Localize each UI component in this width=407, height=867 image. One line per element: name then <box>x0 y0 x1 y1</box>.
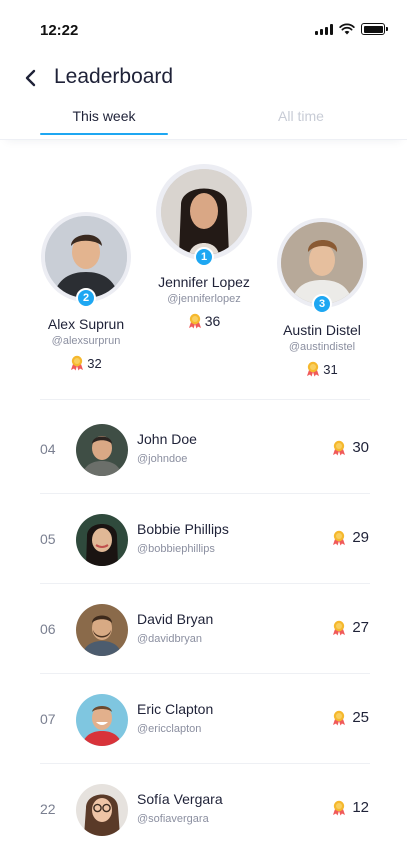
podium-handle: @austindistel <box>288 341 356 353</box>
podium-second-place[interactable]: 2 Alex Suprun @alexsurprun 32 <box>30 212 142 371</box>
avatar <box>76 604 128 656</box>
list-rank: 07 <box>40 711 56 727</box>
status-bar: 12:22 <box>0 0 407 54</box>
list-item[interactable]: 06 David Bryan @davidbryan 27 <box>0 583 407 673</box>
list-handle: @davidbryan <box>137 633 202 645</box>
avatar <box>76 784 128 836</box>
list-item[interactable]: 04 John Doe @johndoe 30 <box>0 403 407 493</box>
podium-name: Alex Suprun <box>47 316 125 332</box>
list-score: 29 <box>332 529 369 546</box>
podium-score-value: 36 <box>204 313 221 329</box>
podium-score-value: 32 <box>87 355 102 371</box>
list-score: 25 <box>332 709 369 726</box>
list-rank: 06 <box>40 621 56 637</box>
list-item[interactable]: 07 Eric Clapton @ericclapton 25 <box>0 673 407 763</box>
list-handle: @ericclapton <box>137 723 202 735</box>
medal-icon <box>333 800 346 815</box>
list-rank: 05 <box>40 531 56 547</box>
tab-bar: This week All time <box>0 100 407 140</box>
list-handle: @johndoe <box>137 453 188 465</box>
divider <box>40 399 370 400</box>
podium-score: 32 <box>30 355 142 371</box>
medal-icon <box>188 313 201 329</box>
list-name: Eric Clapton <box>137 701 214 717</box>
list-score: 27 <box>332 619 369 636</box>
rank-badge: 2 <box>76 288 96 308</box>
medal-icon <box>333 710 346 725</box>
medal-icon <box>333 530 346 545</box>
avatar <box>161 169 247 255</box>
list-handle: @sofiavergara <box>137 813 209 825</box>
podium-handle: @jenniferlopez <box>167 293 241 305</box>
list-score-value: 27 <box>352 619 369 636</box>
avatar <box>76 424 128 476</box>
battery-icon <box>361 23 388 35</box>
list-score-value: 25 <box>352 709 369 726</box>
medal-icon <box>333 440 346 455</box>
list-rank: 04 <box>40 441 56 457</box>
cellular-signal-icon <box>315 23 333 35</box>
rank-badge: 1 <box>194 247 214 267</box>
tab-all-time[interactable]: All time <box>240 108 362 124</box>
medal-icon <box>71 355 84 371</box>
list-score: 12 <box>332 799 369 816</box>
list-name: Bobbie Phillips <box>137 521 229 537</box>
list-score-value: 12 <box>352 799 369 816</box>
list-score: 30 <box>332 439 369 456</box>
avatar <box>76 694 128 746</box>
avatar-ring: 2 <box>41 212 131 308</box>
wifi-icon <box>339 23 355 35</box>
list-rank: 22 <box>40 801 56 817</box>
podium-score-value: 31 <box>323 361 338 377</box>
avatar-ring: 1 <box>156 164 252 267</box>
podium-third-place[interactable]: 3 Austin Distel @austindistel 31 <box>264 218 380 377</box>
app-header: Leaderboard <box>0 56 407 100</box>
avatar-ring: 3 <box>277 218 367 314</box>
back-button[interactable] <box>16 64 44 92</box>
podium-first-place[interactable]: 1 Jennifer Lopez @jenniferlopez 36 <box>146 164 262 329</box>
list-score-value: 30 <box>352 439 369 456</box>
avatar <box>45 216 127 298</box>
list-name: Sofía Vergara <box>137 791 223 807</box>
avatar <box>76 514 128 566</box>
status-time: 12:22 <box>40 22 79 39</box>
list-score-value: 29 <box>352 529 369 546</box>
avatar <box>281 222 363 304</box>
list-handle: @bobbiephillips <box>137 543 215 555</box>
list-item[interactable]: 05 Bobbie Phillips @bobbiephillips 29 <box>0 493 407 583</box>
medal-icon <box>333 620 346 635</box>
tab-this-week[interactable]: This week <box>40 108 168 124</box>
active-tab-indicator <box>40 133 168 135</box>
list-name: John Doe <box>137 431 197 447</box>
list-item[interactable]: 22 Sofía Vergara @sofiavergara 12 <box>0 763 407 853</box>
podium-score: 31 <box>264 361 380 377</box>
podium-name: Jennifer Lopez <box>158 274 250 290</box>
medal-icon <box>307 361 320 377</box>
list-name: David Bryan <box>137 611 214 627</box>
page-title: Leaderboard <box>54 65 174 88</box>
chevron-left-icon <box>25 69 36 87</box>
podium-score: 36 <box>146 313 262 329</box>
podium-handle: @alexsurprun <box>51 335 121 347</box>
rank-badge: 3 <box>312 294 332 314</box>
podium-name: Austin Distel <box>283 322 361 338</box>
status-icons <box>315 23 388 35</box>
